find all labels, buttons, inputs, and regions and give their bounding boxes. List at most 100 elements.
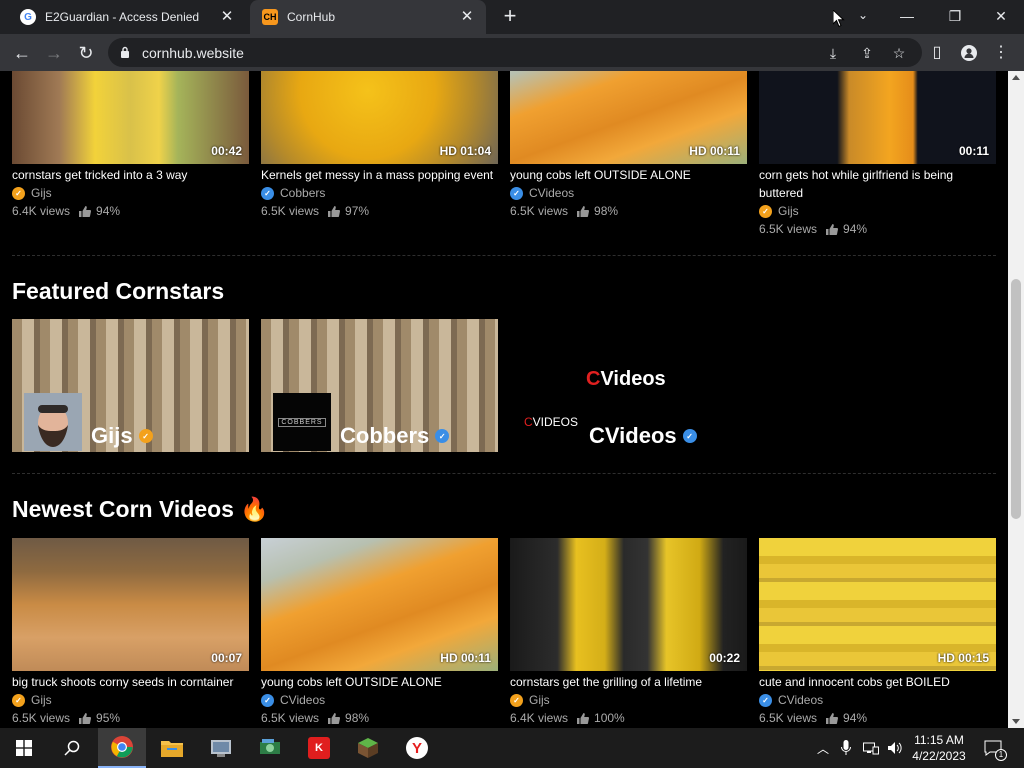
video-card[interactable]: 00:07 big truck shoots corny seeds in co… <box>12 538 249 727</box>
video-title[interactable]: Kernels get messy in a mass popping even… <box>261 166 498 184</box>
notification-center-icon[interactable]: 1 <box>978 728 1008 768</box>
channel-name[interactable]: CVideos <box>778 693 823 707</box>
close-tab-icon[interactable]: ✕ <box>218 8 236 26</box>
minecraft-icon[interactable] <box>344 728 392 768</box>
cornstar-card-cvideos[interactable]: CVideos CVIDEOS CVideos ✓ <box>510 319 747 452</box>
rating-percent: 94% <box>843 222 868 236</box>
verified-badge-icon: ✓ <box>759 204 772 218</box>
video-thumbnail[interactable]: 00:22 <box>510 538 747 671</box>
network-icon[interactable] <box>860 728 882 768</box>
tab-e2guardian[interactable]: G E2Guardian - Access Denied ✕ <box>8 0 246 34</box>
side-panel-icon[interactable]: ▯ <box>924 39 950 67</box>
thumbs-up-icon <box>577 205 590 217</box>
video-card[interactable]: HD 01:04 Kernels get messy in a mass pop… <box>261 71 498 220</box>
cornstar-name[interactable]: Cobbers <box>340 423 429 449</box>
close-window-button[interactable]: ✕ <box>978 0 1024 34</box>
menu-kebab-icon[interactable]: ⋮ <box>988 39 1014 67</box>
tab-title: E2Guardian - Access Denied <box>45 10 200 24</box>
thumbs-up-icon <box>79 205 92 217</box>
channel-name[interactable]: Gijs <box>31 693 52 707</box>
minimize-button[interactable]: — <box>884 0 930 34</box>
video-card[interactable]: 00:22 cornstars get the grilling of a li… <box>510 538 747 727</box>
share-icon[interactable]: ⇪ <box>858 44 876 62</box>
channel-name[interactable]: CVideos <box>280 693 325 707</box>
cornstar-card-gijs[interactable]: Gijs ✓ <box>12 319 249 452</box>
video-card[interactable]: HD 00:15 cute and innocent cobs get BOIL… <box>759 538 996 727</box>
volume-icon[interactable] <box>884 728 906 768</box>
show-hidden-icons-chevron-icon[interactable]: ︿ <box>812 728 834 768</box>
video-thumbnail[interactable]: HD 00:11 <box>510 71 747 164</box>
video-title[interactable]: cornstars get tricked into a 3 way <box>12 166 249 184</box>
video-thumbnail[interactable]: 00:11 <box>759 71 996 164</box>
clock-time: 11:15 AM <box>914 733 964 747</box>
video-title[interactable]: cute and innocent cobs get BOILED <box>759 673 996 691</box>
video-duration: 00:22 <box>709 651 740 665</box>
tab-cornhub[interactable]: CH CornHub ✕ <box>250 0 486 34</box>
video-thumbnail[interactable]: HD 01:04 <box>261 71 498 164</box>
verified-badge-icon: ✓ <box>261 693 274 707</box>
rating-percent: 94% <box>96 204 121 218</box>
cornstar-card-cobbers[interactable]: COBBERS Cobbers ✓ <box>261 319 498 452</box>
view-count: 6.5K views <box>261 711 320 725</box>
view-count: 6.5K views <box>759 711 818 725</box>
restore-button[interactable]: ❐ <box>932 0 978 34</box>
system-app-icon[interactable] <box>197 728 245 768</box>
channel-name[interactable]: Cobbers <box>280 186 325 200</box>
newest-heading: Newest Corn Videos 🔥 <box>12 496 270 522</box>
video-thumbnail[interactable]: HD 00:11 <box>261 538 498 671</box>
video-duration: 00:07 <box>211 651 242 665</box>
video-thumbnail[interactable]: 00:07 <box>12 538 249 671</box>
file-explorer-icon[interactable] <box>148 728 196 768</box>
tab-search-icon[interactable]: ⌄ <box>850 0 876 34</box>
channel-name[interactable]: Gijs <box>778 204 799 218</box>
close-tab-icon[interactable]: ✕ <box>458 8 476 26</box>
video-card[interactable]: HD 00:11 young cobs left OUTSIDE ALONE ✓… <box>510 71 747 220</box>
cornhub-logo-icon: CH <box>262 9 278 25</box>
back-arrow-icon[interactable]: ← <box>8 39 36 67</box>
video-duration: HD 00:15 <box>937 651 989 665</box>
video-title[interactable]: young cobs left OUTSIDE ALONE <box>261 673 498 691</box>
page-scrollbar[interactable] <box>1008 71 1024 728</box>
video-card[interactable]: 00:42 cornstars get tricked into a 3 way… <box>12 71 249 220</box>
featured-heading: Featured Cornstars <box>12 278 225 304</box>
search-icon[interactable] <box>48 728 96 768</box>
money-app-icon[interactable] <box>246 728 294 768</box>
install-app-icon[interactable]: ⤓ <box>824 44 842 62</box>
channel-name[interactable]: Gijs <box>529 693 550 707</box>
video-thumbnail[interactable]: HD 00:15 <box>759 538 996 671</box>
channel-name[interactable]: Gijs <box>31 186 52 200</box>
bookmark-star-icon[interactable]: ☆ <box>890 44 908 62</box>
microphone-icon[interactable] <box>836 728 856 768</box>
video-thumbnail[interactable]: 00:42 <box>12 71 249 164</box>
verified-badge-icon: ✓ <box>435 429 450 443</box>
cvideos-logo: CVIDEOS <box>523 415 579 429</box>
video-card[interactable]: HD 00:11 young cobs left OUTSIDE ALONE ✓… <box>261 538 498 727</box>
address-bar[interactable]: cornhub.website ⤓ ⇪ ☆ <box>108 38 922 67</box>
system-clock[interactable]: 11:15 AM 4/22/2023 <box>906 732 972 764</box>
rating-percent: 98% <box>345 711 370 725</box>
video-title[interactable]: corn gets hot while girlfriend is being … <box>759 166 996 202</box>
chrome-icon[interactable] <box>98 728 146 768</box>
video-title[interactable]: cornstars get the grilling of a lifetime <box>510 673 747 691</box>
forward-arrow-icon[interactable]: → <box>40 39 68 67</box>
video-duration: 00:11 <box>958 144 989 158</box>
scroll-down-icon[interactable] <box>1012 719 1020 724</box>
video-title[interactable]: big truck shoots corny seeds in corntain… <box>12 673 249 691</box>
rating-percent: 100% <box>594 711 625 725</box>
reload-icon[interactable]: ↻ <box>72 39 100 67</box>
cornstar-name[interactable]: CVideos <box>589 423 677 449</box>
channel-name[interactable]: CVideos <box>529 186 574 200</box>
profile-icon[interactable] <box>956 39 982 67</box>
yandex-browser-icon[interactable]: Y <box>393 728 441 768</box>
verified-badge-icon: ✓ <box>12 693 25 707</box>
windows-start-icon[interactable] <box>0 728 48 768</box>
verified-badge-icon: ✓ <box>510 693 523 707</box>
video-card[interactable]: 00:11 corn gets hot while girlfriend is … <box>759 71 996 238</box>
new-tab-button[interactable]: + <box>498 5 522 29</box>
cornstar-name[interactable]: Gijs <box>91 423 133 449</box>
view-count: 6.4K views <box>12 204 71 218</box>
scrollbar-thumb[interactable] <box>1011 279 1021 519</box>
scroll-up-icon[interactable] <box>1012 75 1020 80</box>
video-title[interactable]: young cobs left OUTSIDE ALONE <box>510 166 747 184</box>
ku-app-icon[interactable]: K <box>295 728 343 768</box>
